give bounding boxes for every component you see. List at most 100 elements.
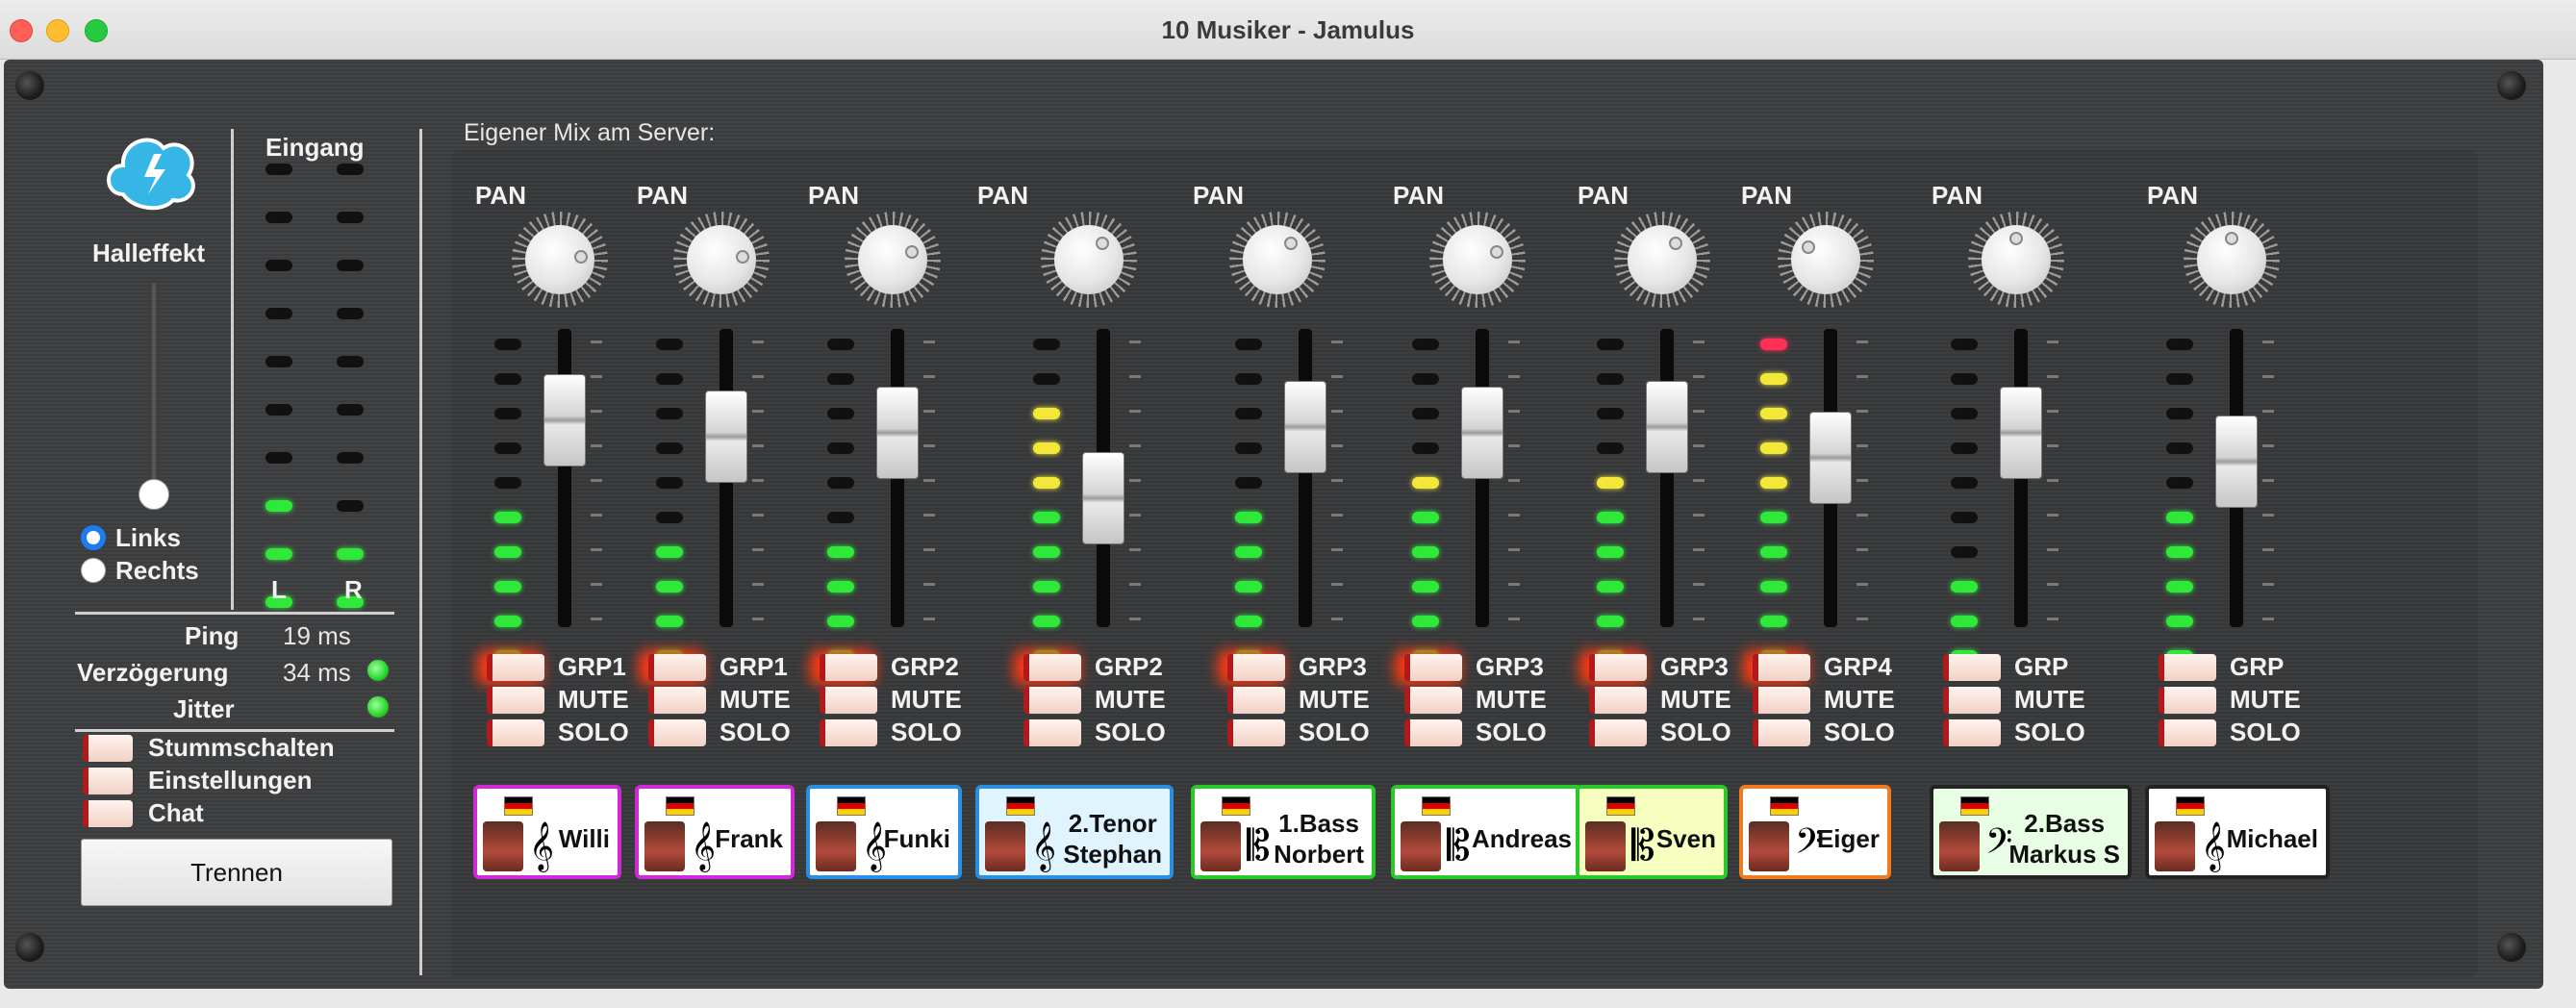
musician-name: 1.Bass Norbert (1274, 808, 1364, 869)
pan-knob[interactable] (845, 212, 941, 308)
pan-knob[interactable] (512, 212, 608, 308)
fader-handle[interactable] (705, 391, 747, 484)
solo-checkbox[interactable] (1227, 719, 1285, 746)
pan-knob-cap (1628, 225, 1697, 294)
channel-level-led (1597, 546, 1624, 558)
channel-level-led (1760, 512, 1787, 523)
reverb-slider-track[interactable] (152, 283, 156, 504)
fader-handle[interactable] (543, 374, 586, 467)
fader-handle[interactable] (876, 386, 919, 479)
pan-label: PAN (808, 181, 859, 210)
solo-checkbox[interactable] (2159, 719, 2216, 746)
pan-knob[interactable] (1614, 212, 1710, 308)
pan-knob[interactable] (1041, 212, 1137, 308)
pan-knob[interactable] (1429, 212, 1526, 308)
singer-avatar-icon (1749, 821, 1789, 871)
solo-label: SOLO (1299, 718, 1370, 746)
mute-checkbox[interactable] (648, 687, 706, 714)
pan-label: PAN (2147, 181, 2198, 210)
group-checkbox[interactable] (1404, 654, 1462, 681)
channel-level-led (1951, 581, 1978, 592)
channel-level-led (494, 408, 521, 419)
germany-flag-icon (1770, 796, 1799, 816)
channel-level-led (827, 512, 854, 523)
musician-card[interactable]: 𝄡 1.Bass Norbert (1191, 785, 1376, 879)
chat-checkbox[interactable] (83, 800, 133, 827)
clef-icon: 𝄞 (691, 821, 717, 870)
group-checkbox[interactable] (1227, 654, 1285, 681)
mute-checkbox[interactable] (820, 687, 877, 714)
pan-knob[interactable] (1229, 212, 1326, 308)
pan-knob[interactable] (2184, 212, 2280, 308)
solo-checkbox[interactable] (1753, 719, 1810, 746)
solo-checkbox[interactable] (1589, 719, 1647, 746)
reverb-slider-handle[interactable] (139, 479, 169, 510)
mute-checkbox[interactable] (2159, 687, 2216, 714)
mute-checkbox[interactable] (1227, 687, 1285, 714)
musician-card[interactable]: 𝄞 Frank (635, 785, 795, 879)
settings-checkbox[interactable] (83, 768, 133, 794)
pan-knob[interactable] (1778, 212, 1874, 308)
musician-name-line1: 1.Bass (1278, 809, 1359, 838)
group-checkbox[interactable] (2159, 654, 2216, 681)
radio-links[interactable] (81, 525, 106, 550)
musician-card[interactable]: 𝄞 Funki (806, 785, 962, 879)
group-label: GRP (2230, 652, 2285, 681)
fader-tick (591, 340, 602, 343)
group-checkbox[interactable] (1753, 654, 1810, 681)
mute-checkbox[interactable] (1943, 687, 2001, 714)
group-checkbox[interactable] (820, 654, 877, 681)
fader-tick (923, 375, 935, 378)
fader-handle[interactable] (1284, 380, 1326, 473)
pan-knob[interactable] (673, 212, 770, 308)
fader-handle[interactable] (2000, 386, 2042, 479)
mute-label: MUTE (891, 685, 962, 714)
fader-tick (2262, 514, 2274, 517)
mute-checkbox[interactable] (1589, 687, 1647, 714)
channel-level-led (1597, 581, 1624, 592)
mute-checkbox[interactable] (1753, 687, 1810, 714)
solo-checkbox[interactable] (1023, 719, 1081, 746)
group-checkbox[interactable] (1943, 654, 2001, 681)
group-checkbox[interactable] (1023, 654, 1081, 681)
fader-handle[interactable] (1082, 452, 1124, 545)
fader-track[interactable] (1299, 329, 1312, 627)
fader-tick (591, 410, 602, 413)
musician-card[interactable]: 𝄞 2.Tenor Stephan (975, 785, 1174, 879)
fader-handle[interactable] (1809, 411, 1852, 504)
pan-knob[interactable] (1968, 212, 2064, 308)
musician-card[interactable]: 𝄢 Eiger (1739, 785, 1891, 879)
group-label: GRP3 (1299, 652, 1367, 681)
musician-card[interactable]: 𝄡 Sven (1576, 785, 1728, 879)
musician-card[interactable]: 𝄞 Michael (2145, 785, 2330, 879)
solo-checkbox[interactable] (1943, 719, 2001, 746)
mute-checkbox[interactable] (1023, 687, 1081, 714)
delay-status-led-icon (366, 658, 391, 683)
mute-self-checkbox[interactable] (83, 735, 133, 762)
solo-checkbox[interactable] (1404, 719, 1462, 746)
fader-handle[interactable] (2215, 415, 2258, 508)
disconnect-button[interactable]: Trennen (81, 839, 392, 906)
input-level-led (265, 260, 292, 271)
solo-checkbox[interactable] (820, 719, 877, 746)
channel-level-led (656, 339, 683, 350)
fader-track[interactable] (1660, 329, 1674, 627)
channel-level-led (1597, 512, 1624, 523)
fader-tick (1508, 617, 1520, 620)
solo-checkbox[interactable] (487, 719, 544, 746)
group-checkbox[interactable] (487, 654, 544, 681)
fader-tick (2262, 548, 2274, 551)
musician-card[interactable]: 𝄢 2.Bass Markus S (1930, 785, 2132, 879)
mute-checkbox[interactable] (1404, 687, 1462, 714)
musician-card[interactable]: 𝄡 Andreas (1391, 785, 1583, 879)
group-checkbox[interactable] (648, 654, 706, 681)
mute-checkbox[interactable] (487, 687, 544, 714)
group-checkbox[interactable] (1589, 654, 1647, 681)
channel-level-led (1597, 373, 1624, 385)
fader-handle[interactable] (1646, 380, 1688, 473)
musician-card[interactable]: 𝄞 Willi (473, 785, 621, 879)
pan-label: PAN (1193, 181, 1244, 210)
fader-handle[interactable] (1461, 386, 1503, 479)
solo-checkbox[interactable] (648, 719, 706, 746)
radio-rechts[interactable] (81, 558, 106, 583)
